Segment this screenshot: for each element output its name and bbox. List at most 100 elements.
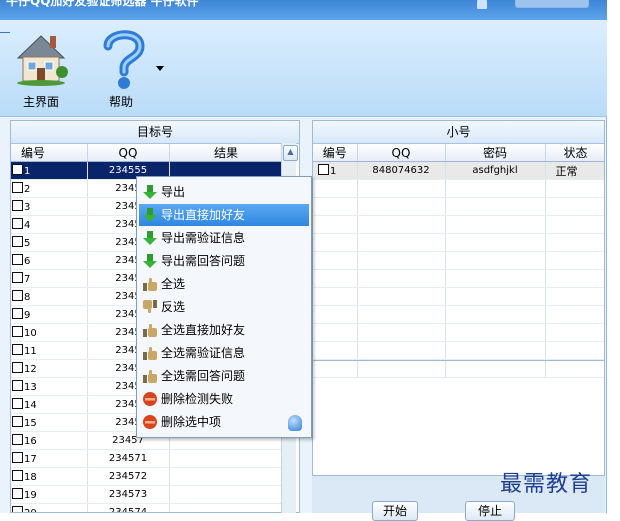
row-num: 11 <box>24 346 37 357</box>
row-checkbox[interactable] <box>12 488 23 499</box>
context-menu-item[interactable]: 全选需回答问题 <box>139 365 309 387</box>
accounts-panel: 小号 编号 QQ 密码 状态 1 848074632 asdfghjkl 正常 <box>312 120 605 476</box>
pin-icon[interactable] <box>477 0 487 9</box>
context-menu-item[interactable]: 全选直接加好友 <box>139 319 309 341</box>
context-menu-item[interactable]: 全选需验证信息 <box>139 342 309 364</box>
row-num-cell[interactable]: 4 <box>11 215 88 234</box>
row-checkbox[interactable] <box>12 236 23 247</box>
home-button[interactable]: 主界面 <box>10 24 72 114</box>
row-checkbox[interactable] <box>12 380 23 391</box>
accounts-table[interactable]: 编号 QQ 密码 状态 1 848074632 asdfghjkl 正常 <box>313 144 604 378</box>
row-checkbox[interactable] <box>12 182 23 193</box>
green-down-arrow-icon <box>142 184 158 200</box>
row-checkbox[interactable] <box>12 506 23 512</box>
row-num-cell[interactable]: 8 <box>11 287 88 306</box>
row-checkbox[interactable] <box>12 470 23 481</box>
row-checkbox[interactable] <box>12 434 23 445</box>
row-checkbox[interactable] <box>12 164 23 175</box>
menu-item-label: 全选需验证信息 <box>161 346 246 360</box>
row-num-cell[interactable]: 16 <box>11 431 88 450</box>
row-num: 7 <box>24 274 31 285</box>
row-num-cell[interactable]: 17 <box>11 449 88 468</box>
row-num: 5 <box>24 238 31 249</box>
row-qq: 234573 <box>87 485 170 504</box>
row-num-cell[interactable]: 11 <box>11 341 88 360</box>
row-num-cell[interactable]: 18 <box>11 467 88 486</box>
row-checkbox[interactable] <box>12 344 23 355</box>
row-qq: 234572 <box>87 467 170 486</box>
row-num-cell[interactable]: 1 <box>11 161 88 180</box>
row-checkbox[interactable] <box>12 326 23 337</box>
row-num-cell[interactable]: 6 <box>11 251 88 270</box>
col-header-password[interactable]: 密码 <box>445 144 546 162</box>
row-num-cell[interactable]: 20 <box>11 503 88 512</box>
menu-item-label: 导出直接加好友 <box>161 208 246 222</box>
row-num: 14 <box>24 400 37 411</box>
table-row[interactable]: 19 234573 <box>11 485 284 504</box>
table-row[interactable]: 17 234571 <box>11 449 284 468</box>
row-num-cell[interactable]: 7 <box>11 269 88 288</box>
row-checkbox[interactable] <box>12 254 23 265</box>
help-button[interactable]: 帮助 <box>92 24 170 114</box>
context-menu-item[interactable]: 反选 <box>139 296 309 318</box>
row-checkbox[interactable] <box>12 452 23 463</box>
row-num: 16 <box>24 436 37 447</box>
row-checkbox[interactable] <box>318 164 329 175</box>
targets-panel-header: 目标号 <box>11 121 299 144</box>
row-num-cell[interactable]: 9 <box>11 305 88 324</box>
empty-row <box>313 287 604 306</box>
empty-row <box>313 233 604 252</box>
row-num: 15 <box>24 418 37 429</box>
empty-row <box>313 251 604 270</box>
row-num-cell[interactable]: 13 <box>11 377 88 396</box>
row-num-cell[interactable]: 15 <box>11 413 88 432</box>
col-header-status[interactable]: 状态 <box>545 144 604 162</box>
col-header-num[interactable]: 编号 <box>313 144 358 162</box>
row-checkbox[interactable] <box>12 362 23 373</box>
menu-item-label: 导出 <box>161 185 186 199</box>
context-menu-item[interactable]: 导出直接加好友 <box>139 204 309 226</box>
stop-button[interactable]: 停止 <box>465 501 515 521</box>
thumbs-up-icon <box>142 345 158 361</box>
context-menu-item[interactable]: 全选 <box>139 273 309 295</box>
dropdown-arrow-icon[interactable] <box>156 66 164 72</box>
help-button-label: 帮助 <box>108 95 133 109</box>
row-num-cell[interactable]: 14 <box>11 395 88 414</box>
start-button[interactable]: 开始 <box>372 501 418 521</box>
table-row[interactable]: 18 234572 <box>11 467 284 486</box>
context-menu-item[interactable]: 删除选中项 <box>139 411 309 433</box>
row-num-cell[interactable]: 5 <box>11 233 88 252</box>
row-num: 6 <box>24 256 31 267</box>
context-menu-item[interactable]: 导出 <box>139 181 309 203</box>
table-row[interactable]: 1 848074632 asdfghjkl 正常 <box>313 161 604 180</box>
window-controls[interactable] <box>515 0 589 8</box>
context-menu-item[interactable]: 删除检测失败 <box>139 388 309 410</box>
row-checkbox[interactable] <box>12 398 23 409</box>
menu-item-label: 全选直接加好友 <box>161 323 246 337</box>
row-num-cell[interactable]: 12 <box>11 359 88 378</box>
row-checkbox[interactable] <box>12 290 23 301</box>
row-checkbox[interactable] <box>12 200 23 211</box>
col-header-qq[interactable]: QQ <box>357 144 446 162</box>
context-menu-item[interactable]: 导出需回答问题 <box>139 250 309 272</box>
col-header-num[interactable]: 编号 <box>11 144 88 162</box>
row-num: 4 <box>24 220 31 231</box>
scroll-up-icon[interactable]: ▲ <box>283 145 298 161</box>
row-num-cell[interactable]: 3 <box>11 197 88 216</box>
table-row[interactable]: 20 234574 <box>11 503 284 512</box>
row-num-cell[interactable]: 2 <box>11 179 88 198</box>
empty-row <box>313 341 604 360</box>
row-num-cell[interactable]: 19 <box>11 485 88 504</box>
row-checkbox[interactable] <box>12 308 23 319</box>
col-header-qq[interactable]: QQ <box>87 144 170 162</box>
row-checkbox[interactable] <box>12 416 23 427</box>
row-checkbox[interactable] <box>12 218 23 229</box>
row-checkbox[interactable] <box>12 272 23 283</box>
row-num-cell[interactable]: 1 <box>313 161 358 180</box>
menu-item-label: 导出需回答问题 <box>161 254 246 268</box>
row-num-cell[interactable]: 10 <box>11 323 88 342</box>
thumbs-up-icon <box>142 368 158 384</box>
col-header-result[interactable]: 结果 <box>169 144 284 162</box>
row-num: 8 <box>24 292 31 303</box>
context-menu-item[interactable]: 导出需验证信息 <box>139 227 309 249</box>
